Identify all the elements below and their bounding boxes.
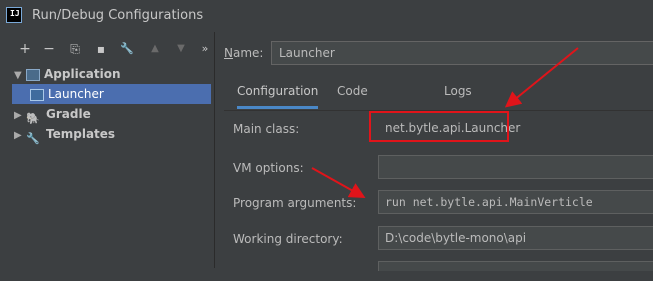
environment-variables-field[interactable]: [378, 261, 653, 271]
main-class-annotation-box: [369, 111, 509, 142]
tab-code-coverage[interactable]: Code Coverage: [337, 78, 395, 124]
launcher-config-icon: [30, 88, 44, 101]
tab-configuration[interactable]: Configuration: [237, 78, 319, 109]
wrench-icon[interactable]: 🔧: [118, 40, 136, 58]
tree-item-launcher[interactable]: Launcher: [12, 84, 211, 104]
tree-item-label: Gradle: [46, 107, 91, 121]
move-up-icon[interactable]: ▲: [146, 40, 164, 58]
collapsed-arrow-icon[interactable]: ▶: [14, 106, 26, 126]
tree-item-label: Application: [44, 67, 121, 81]
title-bar: Run/Debug Configurations: [0, 0, 653, 32]
program-arguments-label: Program arguments:: [233, 196, 357, 210]
tree-item-gradle[interactable]: ▶ 🐘 Gradle: [14, 104, 214, 126]
collapsed-arrow-icon[interactable]: ▶: [14, 126, 26, 146]
vm-options-label: VM options:: [233, 161, 304, 175]
working-directory-label: Working directory:: [233, 232, 343, 246]
window-title: Run/Debug Configurations: [32, 8, 204, 23]
intellij-app-icon: [6, 7, 22, 23]
copy-icon[interactable]: ⎘: [66, 40, 84, 58]
save-icon[interactable]: ▪: [92, 40, 110, 58]
main-class-label: Main class:: [233, 122, 300, 136]
expanded-arrow-icon[interactable]: ▼: [14, 66, 26, 86]
more-icon[interactable]: »: [196, 40, 214, 58]
remove-icon[interactable]: −: [40, 40, 58, 58]
application-icon: [26, 68, 40, 81]
move-down-icon[interactable]: ▼: [172, 40, 190, 58]
tree-item-label: Templates: [46, 127, 116, 141]
gradle-icon: 🐘: [26, 111, 40, 125]
panel-splitter[interactable]: [214, 32, 215, 268]
tree-item-application[interactable]: ▼ Application: [14, 64, 214, 84]
name-label: Name:: [224, 46, 264, 60]
tree-item-label: Launcher: [48, 87, 104, 101]
wrench-icon: 🔧: [26, 131, 40, 145]
name-field[interactable]: Launcher: [271, 41, 653, 65]
program-arguments-field[interactable]: run net.bytle.api.MainVerticle: [378, 190, 653, 214]
add-icon[interactable]: +: [16, 40, 34, 58]
tree-item-templates[interactable]: ▶ 🔧 Templates: [14, 124, 214, 146]
tab-logs[interactable]: Logs: [444, 78, 472, 106]
working-directory-field[interactable]: D:\code\bytle-mono\api: [378, 226, 653, 250]
vm-options-field[interactable]: [378, 155, 653, 179]
